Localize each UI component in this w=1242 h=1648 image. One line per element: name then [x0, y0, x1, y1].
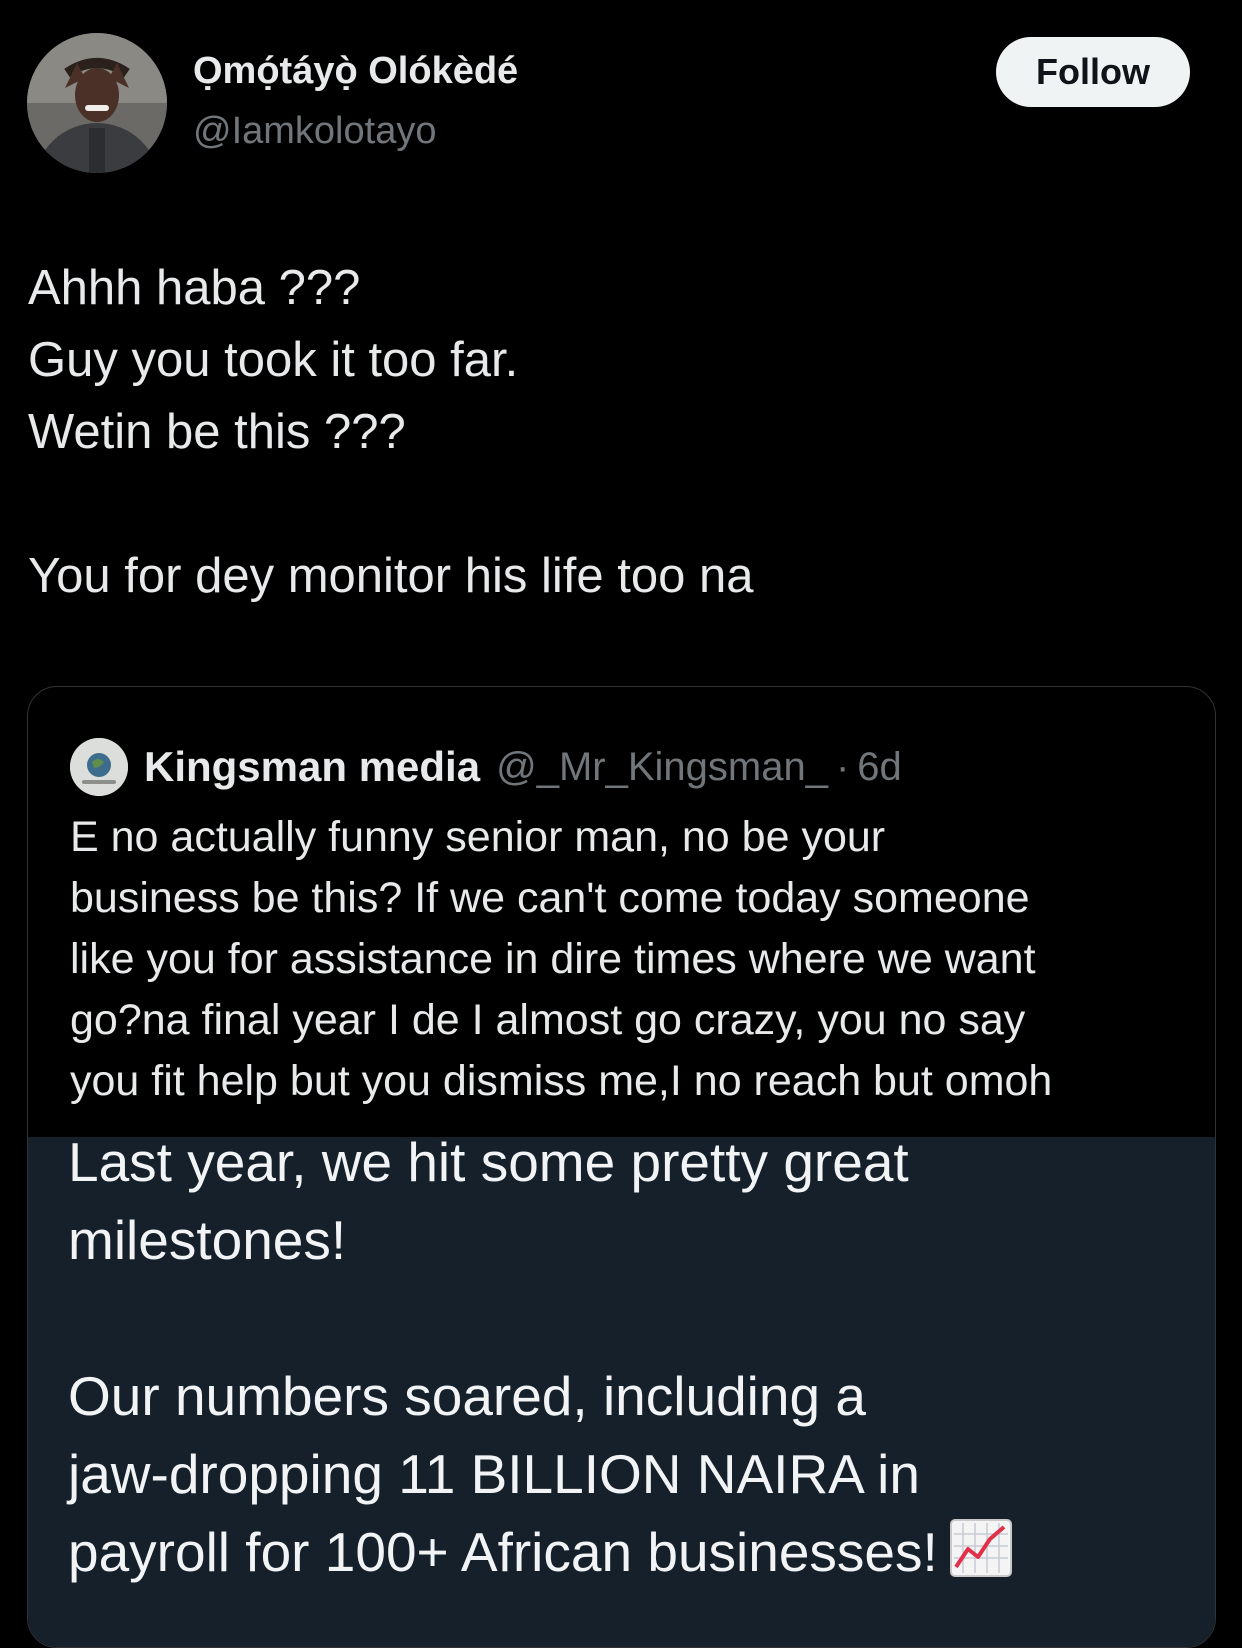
chart-increasing-icon	[949, 1519, 1012, 1577]
image-text: Last year, we hit some pretty great mile…	[68, 1137, 1188, 1591]
globe-logo-icon	[70, 738, 128, 796]
quoted-author-name[interactable]: Kingsman media	[144, 743, 480, 791]
quoted-tweet-text: E no actually funny senior man, no be yo…	[70, 807, 1190, 1112]
tweet-line: Wetin be this ???	[28, 405, 406, 459]
quoted-author-avatar[interactable]	[70, 738, 128, 796]
quoted-line: go?na final year I de I almost go crazy,…	[70, 996, 1026, 1044]
image-line: Last year, we hit some pretty great	[68, 1137, 909, 1193]
image-line: payroll for 100+ African businesses!	[68, 1521, 938, 1583]
profile-photo-icon	[27, 33, 167, 173]
follow-button[interactable]: Follow	[996, 37, 1190, 107]
separator-dot: ·	[835, 744, 850, 789]
author-handle[interactable]: @Iamkolotayo	[193, 110, 436, 153]
tweet-line: You for dey monitor his life too na	[28, 549, 754, 603]
quoted-line: like you for assistance in dire times wh…	[70, 935, 1036, 983]
tweet-line: Guy you took it too far.	[28, 333, 519, 387]
author-display-name[interactable]: Ọmọ́táyọ̀ Olókèdé	[193, 50, 518, 93]
quoted-line: business be this? If we can't come today…	[70, 874, 1030, 922]
image-line: milestones!	[68, 1209, 347, 1271]
quoted-author-handle[interactable]: @_Mr_Kingsman_	[496, 745, 828, 790]
image-line: jaw-dropping 11 BILLION NAIRA in	[68, 1443, 920, 1505]
author-avatar[interactable]	[27, 33, 167, 173]
quoted-line: you fit help but you dismiss me,I no rea…	[70, 1057, 1053, 1105]
image-line: Our numbers soared, including a	[68, 1365, 866, 1427]
tweet-text: Ahhh haba ??? Guy you took it too far. W…	[28, 252, 1208, 612]
image-line-with-emoji: payroll for 100+ African businesses!	[68, 1513, 1188, 1591]
tweet-header: Ọmọ́táyọ̀ Olókèdé @Iamkolotayo Follow	[0, 0, 1242, 190]
quoted-tweet-card[interactable]: Kingsman media @_Mr_Kingsman_ · 6d E no …	[27, 686, 1216, 1648]
quoted-tweet-time[interactable]: 6d	[857, 745, 902, 790]
tweet-line: Ahhh haba ???	[28, 261, 361, 315]
quoted-tweet-header: Kingsman media @_Mr_Kingsman_ · 6d	[70, 735, 902, 799]
quoted-tweet-image[interactable]: Last year, we hit some pretty great mile…	[28, 1137, 1215, 1647]
quoted-line: E no actually funny senior man, no be yo…	[70, 813, 886, 861]
